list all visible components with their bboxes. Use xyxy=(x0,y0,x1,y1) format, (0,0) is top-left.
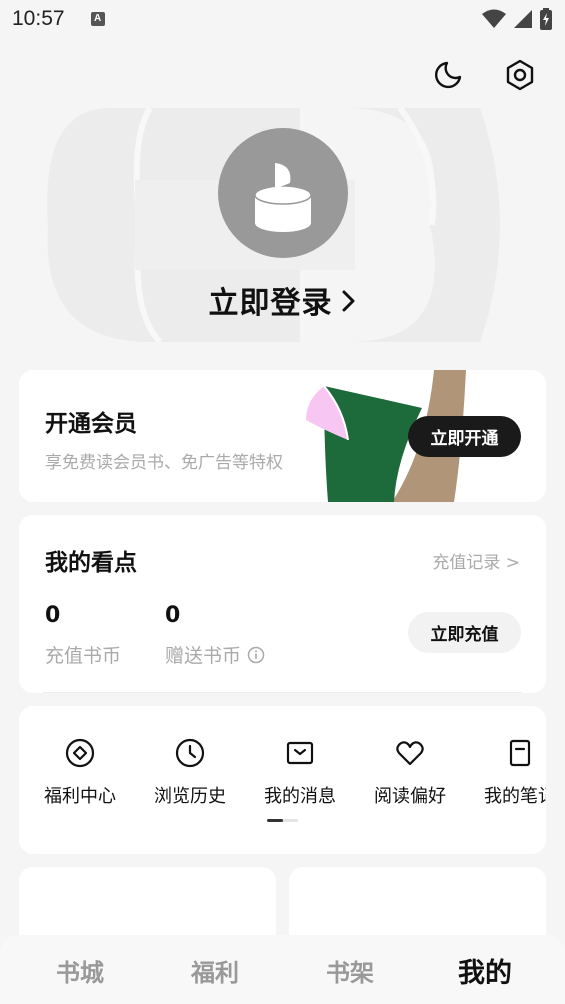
gift-coins-label: 赠送书币 xyxy=(165,641,265,668)
login-link[interactable]: 立即登录 xyxy=(0,278,565,322)
status-bar: 10:57 A xyxy=(0,0,565,38)
login-label: 立即登录 xyxy=(208,286,333,321)
recharge-record-link[interactable]: 充值记录 > xyxy=(432,548,520,573)
vip-subtitle: 享免费读会员书、免广告等特权 xyxy=(45,453,283,473)
menu-card: 福利中心 浏览历史 我的消息 阅读偏好 我的笔 xyxy=(19,706,546,854)
points-title: 我的看点 xyxy=(45,550,137,576)
menu-item-label: 我的笔记 xyxy=(484,786,546,807)
avatar[interactable] xyxy=(218,128,348,258)
recharge-button[interactable]: 立即充值 xyxy=(408,612,521,653)
points-card: 我的看点 充值记录 > 0 充值书币 0 赠送书币 立即充值 xyxy=(19,515,546,693)
vip-title: 开通会员 xyxy=(45,411,137,437)
nav-item-welfare[interactable]: 福利 xyxy=(165,953,265,988)
nav-item-bookstore[interactable]: 书城 xyxy=(30,953,130,988)
menu-row: 福利中心 浏览历史 我的消息 阅读偏好 我的笔 xyxy=(19,738,546,818)
menu-item-welfare[interactable]: 福利中心 xyxy=(25,738,135,808)
notification-icon: A xyxy=(90,12,105,26)
heart-icon xyxy=(395,738,425,768)
menu-item-messages[interactable]: 我的消息 xyxy=(245,738,355,808)
battery-icon xyxy=(540,8,552,30)
wifi-icon xyxy=(482,9,506,28)
gift-coins-value: 0 xyxy=(165,603,181,628)
recharge-coins-value: 0 xyxy=(45,603,61,628)
gift-diamond-icon xyxy=(65,738,95,768)
chevron-right-icon xyxy=(342,290,354,312)
recharge-coins-label: 充值书币 xyxy=(45,641,121,668)
nav-item-mine[interactable]: 我的 xyxy=(435,951,535,990)
avatar-placeholder-icon xyxy=(254,163,312,232)
menu-scroll-thumb xyxy=(267,819,283,822)
settings-icon[interactable] xyxy=(503,58,537,92)
menu-item-label: 我的消息 xyxy=(264,786,336,807)
message-icon xyxy=(285,738,315,768)
menu-scroll-indicator xyxy=(267,819,298,822)
menu-item-preferences[interactable]: 阅读偏好 xyxy=(355,738,465,808)
menu-item-label: 阅读偏好 xyxy=(374,786,446,807)
open-vip-button[interactable]: 立即开通 xyxy=(408,416,521,457)
header-actions xyxy=(431,58,537,92)
vip-card[interactable]: 开通会员 享免费读会员书、免广告等特权 立即开通 xyxy=(19,370,546,502)
moon-icon[interactable] xyxy=(431,58,465,92)
gift-coins-text: 赠送书币 xyxy=(165,645,242,667)
menu-item-history[interactable]: 浏览历史 xyxy=(135,738,245,808)
status-indicators xyxy=(481,8,553,30)
divider xyxy=(43,692,522,693)
menu-item-notes[interactable]: 我的笔记 xyxy=(465,738,546,808)
signal-icon xyxy=(514,10,532,28)
bottom-nav: 书城 福利 书架 我的 xyxy=(0,935,565,1004)
menu-item-label: 浏览历史 xyxy=(154,786,226,807)
status-time: 10:57 xyxy=(12,7,65,30)
note-icon xyxy=(505,738,535,768)
clock-icon xyxy=(175,738,205,768)
menu-item-label: 福利中心 xyxy=(44,786,116,807)
nav-item-bookshelf[interactable]: 书架 xyxy=(300,953,400,988)
recharge-coins-text: 充值书币 xyxy=(45,645,122,667)
info-icon[interactable] xyxy=(247,646,265,664)
